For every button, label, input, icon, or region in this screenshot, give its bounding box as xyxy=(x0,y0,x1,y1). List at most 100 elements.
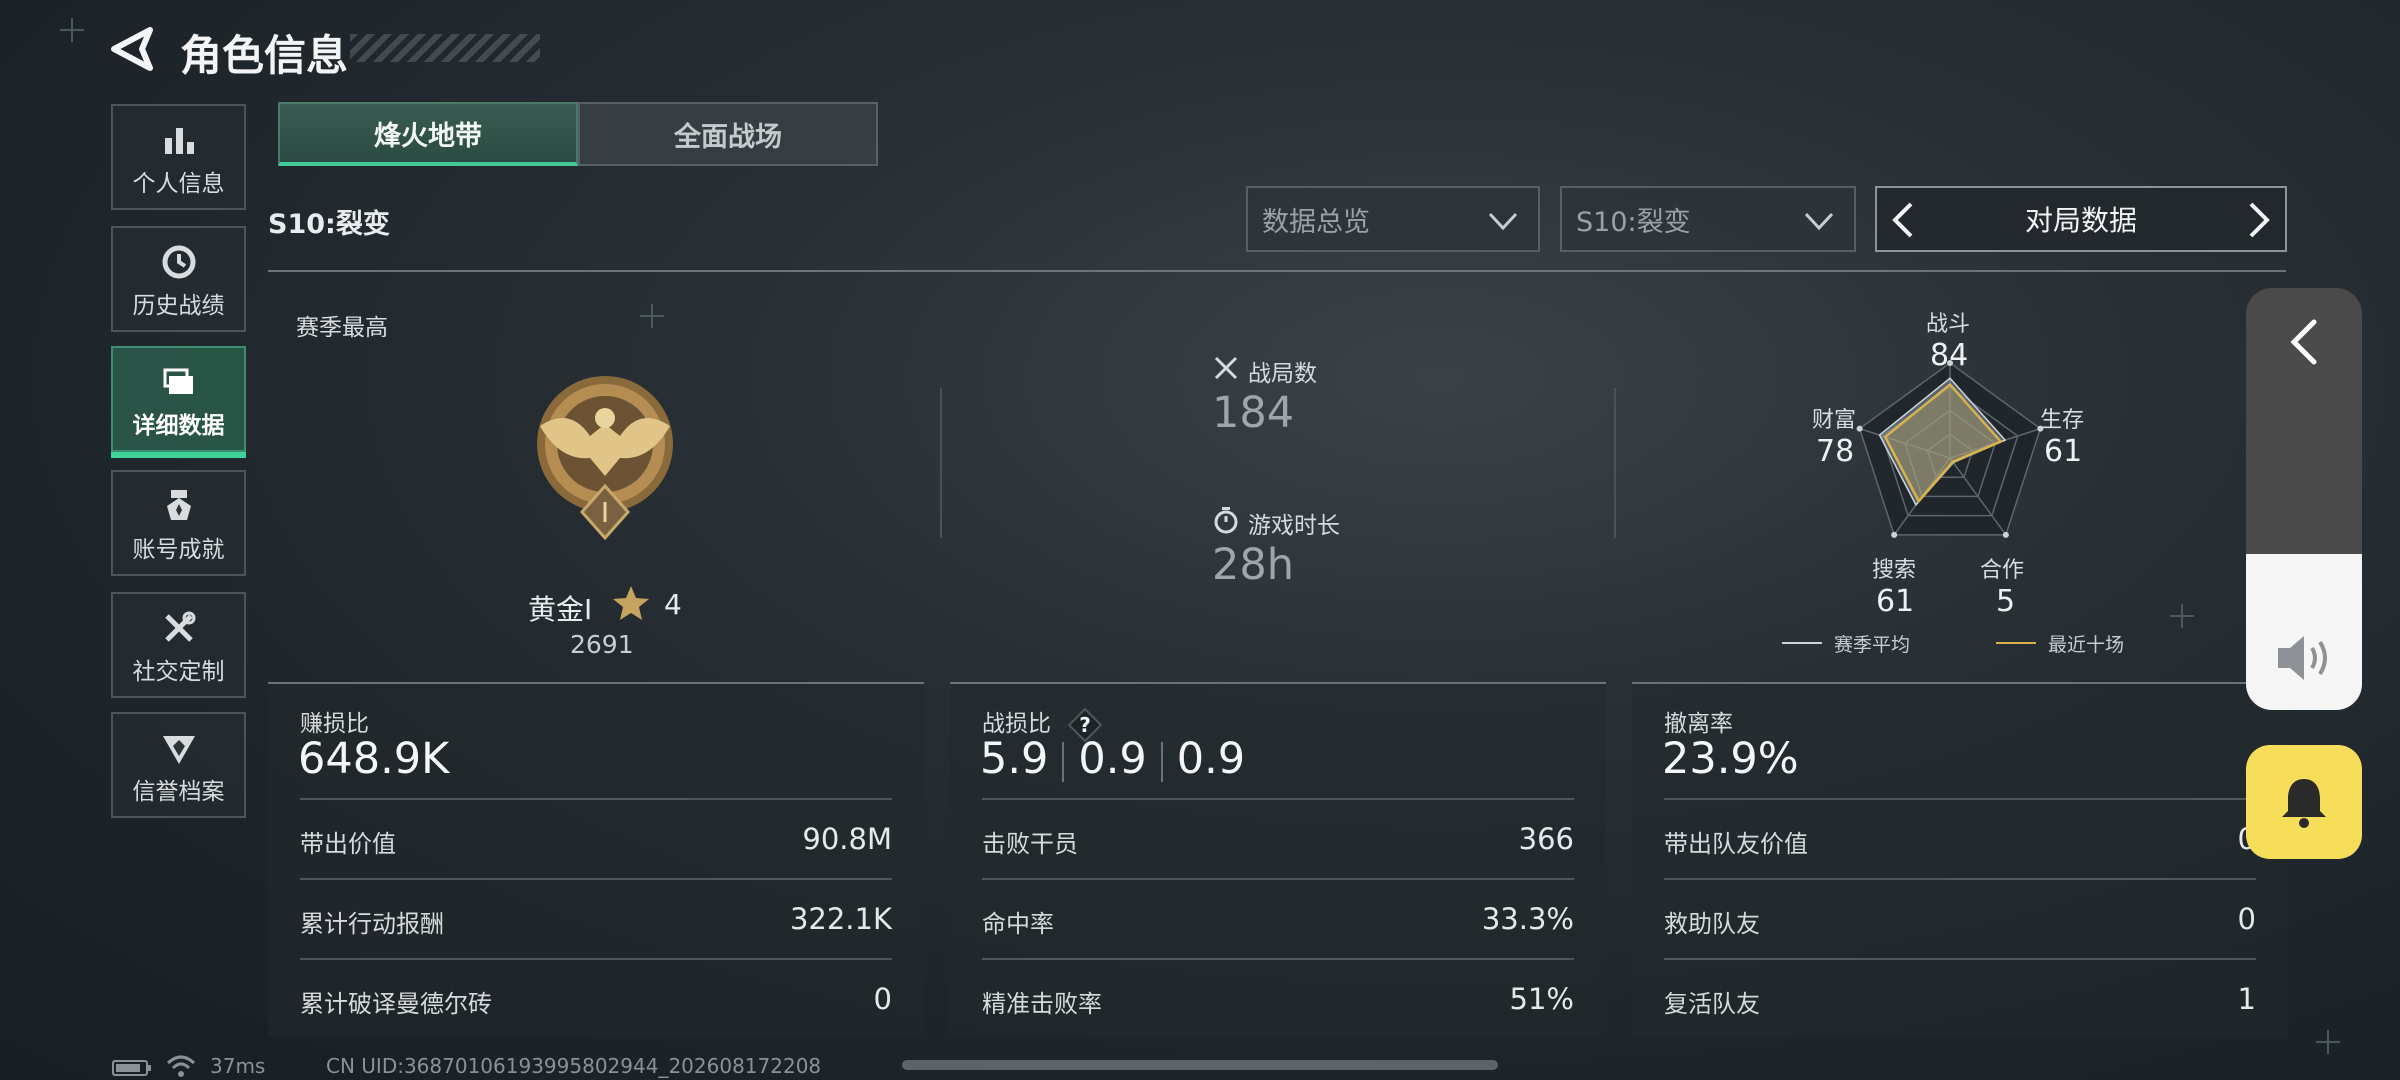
kd-value-2: 0.9 xyxy=(1078,734,1147,784)
sidebar-item-label: 个人信息 xyxy=(132,171,225,197)
radar-axis-endpoint xyxy=(2002,531,2009,538)
stat-row-label: 带出价值 xyxy=(300,830,396,858)
stat-row-label: 击败干员 xyxy=(982,830,1078,858)
gold-rank-medal-icon xyxy=(537,376,673,541)
radar-label-search: 搜索 xyxy=(1872,558,1917,583)
legend-swatch-season xyxy=(1782,642,1822,644)
volume-panel[interactable] xyxy=(2246,288,2362,710)
stat-row-value: 322.1K xyxy=(789,902,892,936)
season-dropdown-value: S10:裂变 xyxy=(1576,206,1691,238)
stat-row-label: 累计破译曼德尔砖 xyxy=(300,990,492,1018)
stat-row-value: 366 xyxy=(1518,822,1574,856)
chevron-down-icon xyxy=(1804,212,1834,231)
stopwatch-icon xyxy=(1214,507,1238,534)
back-button[interactable] xyxy=(110,26,156,72)
stat-row: 带出队友价值 0 xyxy=(1664,798,2256,878)
chevron-left-icon[interactable] xyxy=(2284,318,2324,366)
sidebar-item-detailed-data[interactable]: 详细数据 xyxy=(111,346,246,458)
legend-swatch-recent xyxy=(1996,642,2036,644)
stat-row-value: 1 xyxy=(2237,982,2256,1016)
kd-value-1: 5.9 xyxy=(980,734,1049,784)
sidebar-item-personal-info[interactable]: 个人信息 xyxy=(111,104,246,210)
kd-value-3: 0.9 xyxy=(1176,734,1246,784)
stat-row-label: 累计行动报酬 xyxy=(300,910,444,938)
stat-row-value: 90.8M xyxy=(802,822,892,856)
overview-dropdown-value: 数据总览 xyxy=(1262,206,1370,238)
kd-ratio-card: 战损比 ? 5.9 0.9 0.9 击败干员 366 命中率 33.3% 精准击败率… xyxy=(950,682,1606,1037)
bell-icon xyxy=(2282,779,2326,828)
radar-label-combat: 战斗 xyxy=(1926,312,1971,337)
sidebar-item-label: 社交定制 xyxy=(132,659,225,685)
divider xyxy=(268,270,2286,272)
stat-row: 带出价值 90.8M xyxy=(300,798,892,878)
chevron-down-icon xyxy=(1488,212,1518,231)
season-label: S10:裂变 xyxy=(268,209,390,240)
title-stripe-decoration xyxy=(350,34,540,62)
notification-bell-button[interactable] xyxy=(2246,745,2362,859)
page-title: 角色信息 xyxy=(180,31,349,80)
battery-icon xyxy=(112,1060,151,1076)
folder-stack-icon xyxy=(163,368,193,394)
ability-radar-chart xyxy=(1856,360,2044,538)
stat-row: 击败干员 366 xyxy=(982,798,1574,878)
legend-recent-ten: 最近十场 xyxy=(2048,634,2125,656)
radar-axis-endpoint xyxy=(1856,425,1863,432)
corner-mark-decoration xyxy=(60,18,84,42)
extraction-rate-card: 撤离率 23.9% 带出队友价值 0 救助队友 0 复活队友 1 xyxy=(1632,682,2288,1037)
stat-row-label: 救助队友 xyxy=(1664,910,1760,938)
sidebar-item-label: 详细数据 xyxy=(132,413,225,439)
sidebar-item-reputation[interactable]: 信誉档案 xyxy=(111,712,246,818)
speaker-volume-icon xyxy=(2278,636,2327,680)
corner-mark-decoration xyxy=(640,304,664,328)
stat-row: 精准击败率 51% xyxy=(982,958,1574,1038)
radar-value-cooperation: 5 xyxy=(1996,584,2016,619)
card-value: 23.9% xyxy=(1662,734,1799,784)
tab-fenghuo-zone[interactable]: 烽火地带 xyxy=(278,102,578,166)
tab-full-battlefield[interactable]: 全面战场 xyxy=(578,102,878,166)
stat-row: 救助队友 0 xyxy=(1664,878,2256,958)
sidebar-item-achievements[interactable]: 账号成就 xyxy=(111,470,246,576)
overview-dropdown[interactable]: 数据总览 xyxy=(1246,186,1540,252)
user-uid: CN UID:36870106193995802944_202608172208 xyxy=(326,1054,822,1078)
radar-axis-endpoint xyxy=(1891,531,1898,538)
clock-history-icon xyxy=(162,245,195,279)
svg-text:?: ? xyxy=(1080,713,1092,737)
back-arrow-icon xyxy=(111,27,153,71)
radar-label-cooperation: 合作 xyxy=(1980,558,2025,583)
chevron-right-icon[interactable] xyxy=(2245,202,2273,238)
medal-badge-icon xyxy=(166,490,191,520)
wrench-tools-icon xyxy=(164,611,195,642)
wifi-icon xyxy=(166,1055,196,1077)
divider xyxy=(1614,388,1616,538)
sidebar-item-label: 账号成就 xyxy=(132,537,225,563)
sidebar-item-history[interactable]: 历史战绩 xyxy=(111,226,246,332)
radar-value-wealth: 78 xyxy=(1816,434,1855,469)
chevron-left-icon[interactable] xyxy=(1889,202,1917,238)
playtime-value: 28h xyxy=(1212,540,1294,590)
matches-label: 战局数 xyxy=(1248,361,1317,387)
matches-value: 184 xyxy=(1212,388,1295,438)
rank-name: 黄金Ⅰ xyxy=(528,593,593,626)
season-dropdown[interactable]: S10:裂变 xyxy=(1560,186,1856,252)
profit-ratio-card: 赚损比 648.9K 带出价值 90.8M 累计行动报酬 322.1K 累计破译… xyxy=(268,682,924,1037)
match-data-label: 对局数据 xyxy=(2024,204,2137,237)
radar-label-wealth: 财富 xyxy=(1812,408,1857,433)
radar-value-combat: 84 xyxy=(1930,338,1969,373)
stat-row-label: 命中率 xyxy=(982,910,1054,938)
playtime-label: 游戏时长 xyxy=(1248,513,1340,539)
corner-mark-decoration xyxy=(2316,1030,2340,1054)
legend-season-average: 赛季平均 xyxy=(1834,634,1911,656)
rank-star-count: 4 xyxy=(664,588,682,621)
divider xyxy=(1062,741,1065,782)
shield-emblem-icon xyxy=(162,736,195,764)
rank-points: 2691 xyxy=(570,630,634,659)
stat-row: 累计行动报酬 322.1K xyxy=(300,878,892,958)
stat-row-label: 复活队友 xyxy=(1664,990,1760,1018)
sidebar-item-label: 历史战绩 xyxy=(132,293,225,319)
stat-row-value: 0 xyxy=(873,982,892,1016)
sidebar-item-social-custom[interactable]: 社交定制 xyxy=(111,592,246,698)
card-title: 赚损比 xyxy=(300,711,369,737)
match-data-switcher: 对局数据 xyxy=(1875,186,2287,252)
home-indicator-bar[interactable] xyxy=(902,1060,1498,1070)
card-value: 648.9K xyxy=(298,734,450,784)
